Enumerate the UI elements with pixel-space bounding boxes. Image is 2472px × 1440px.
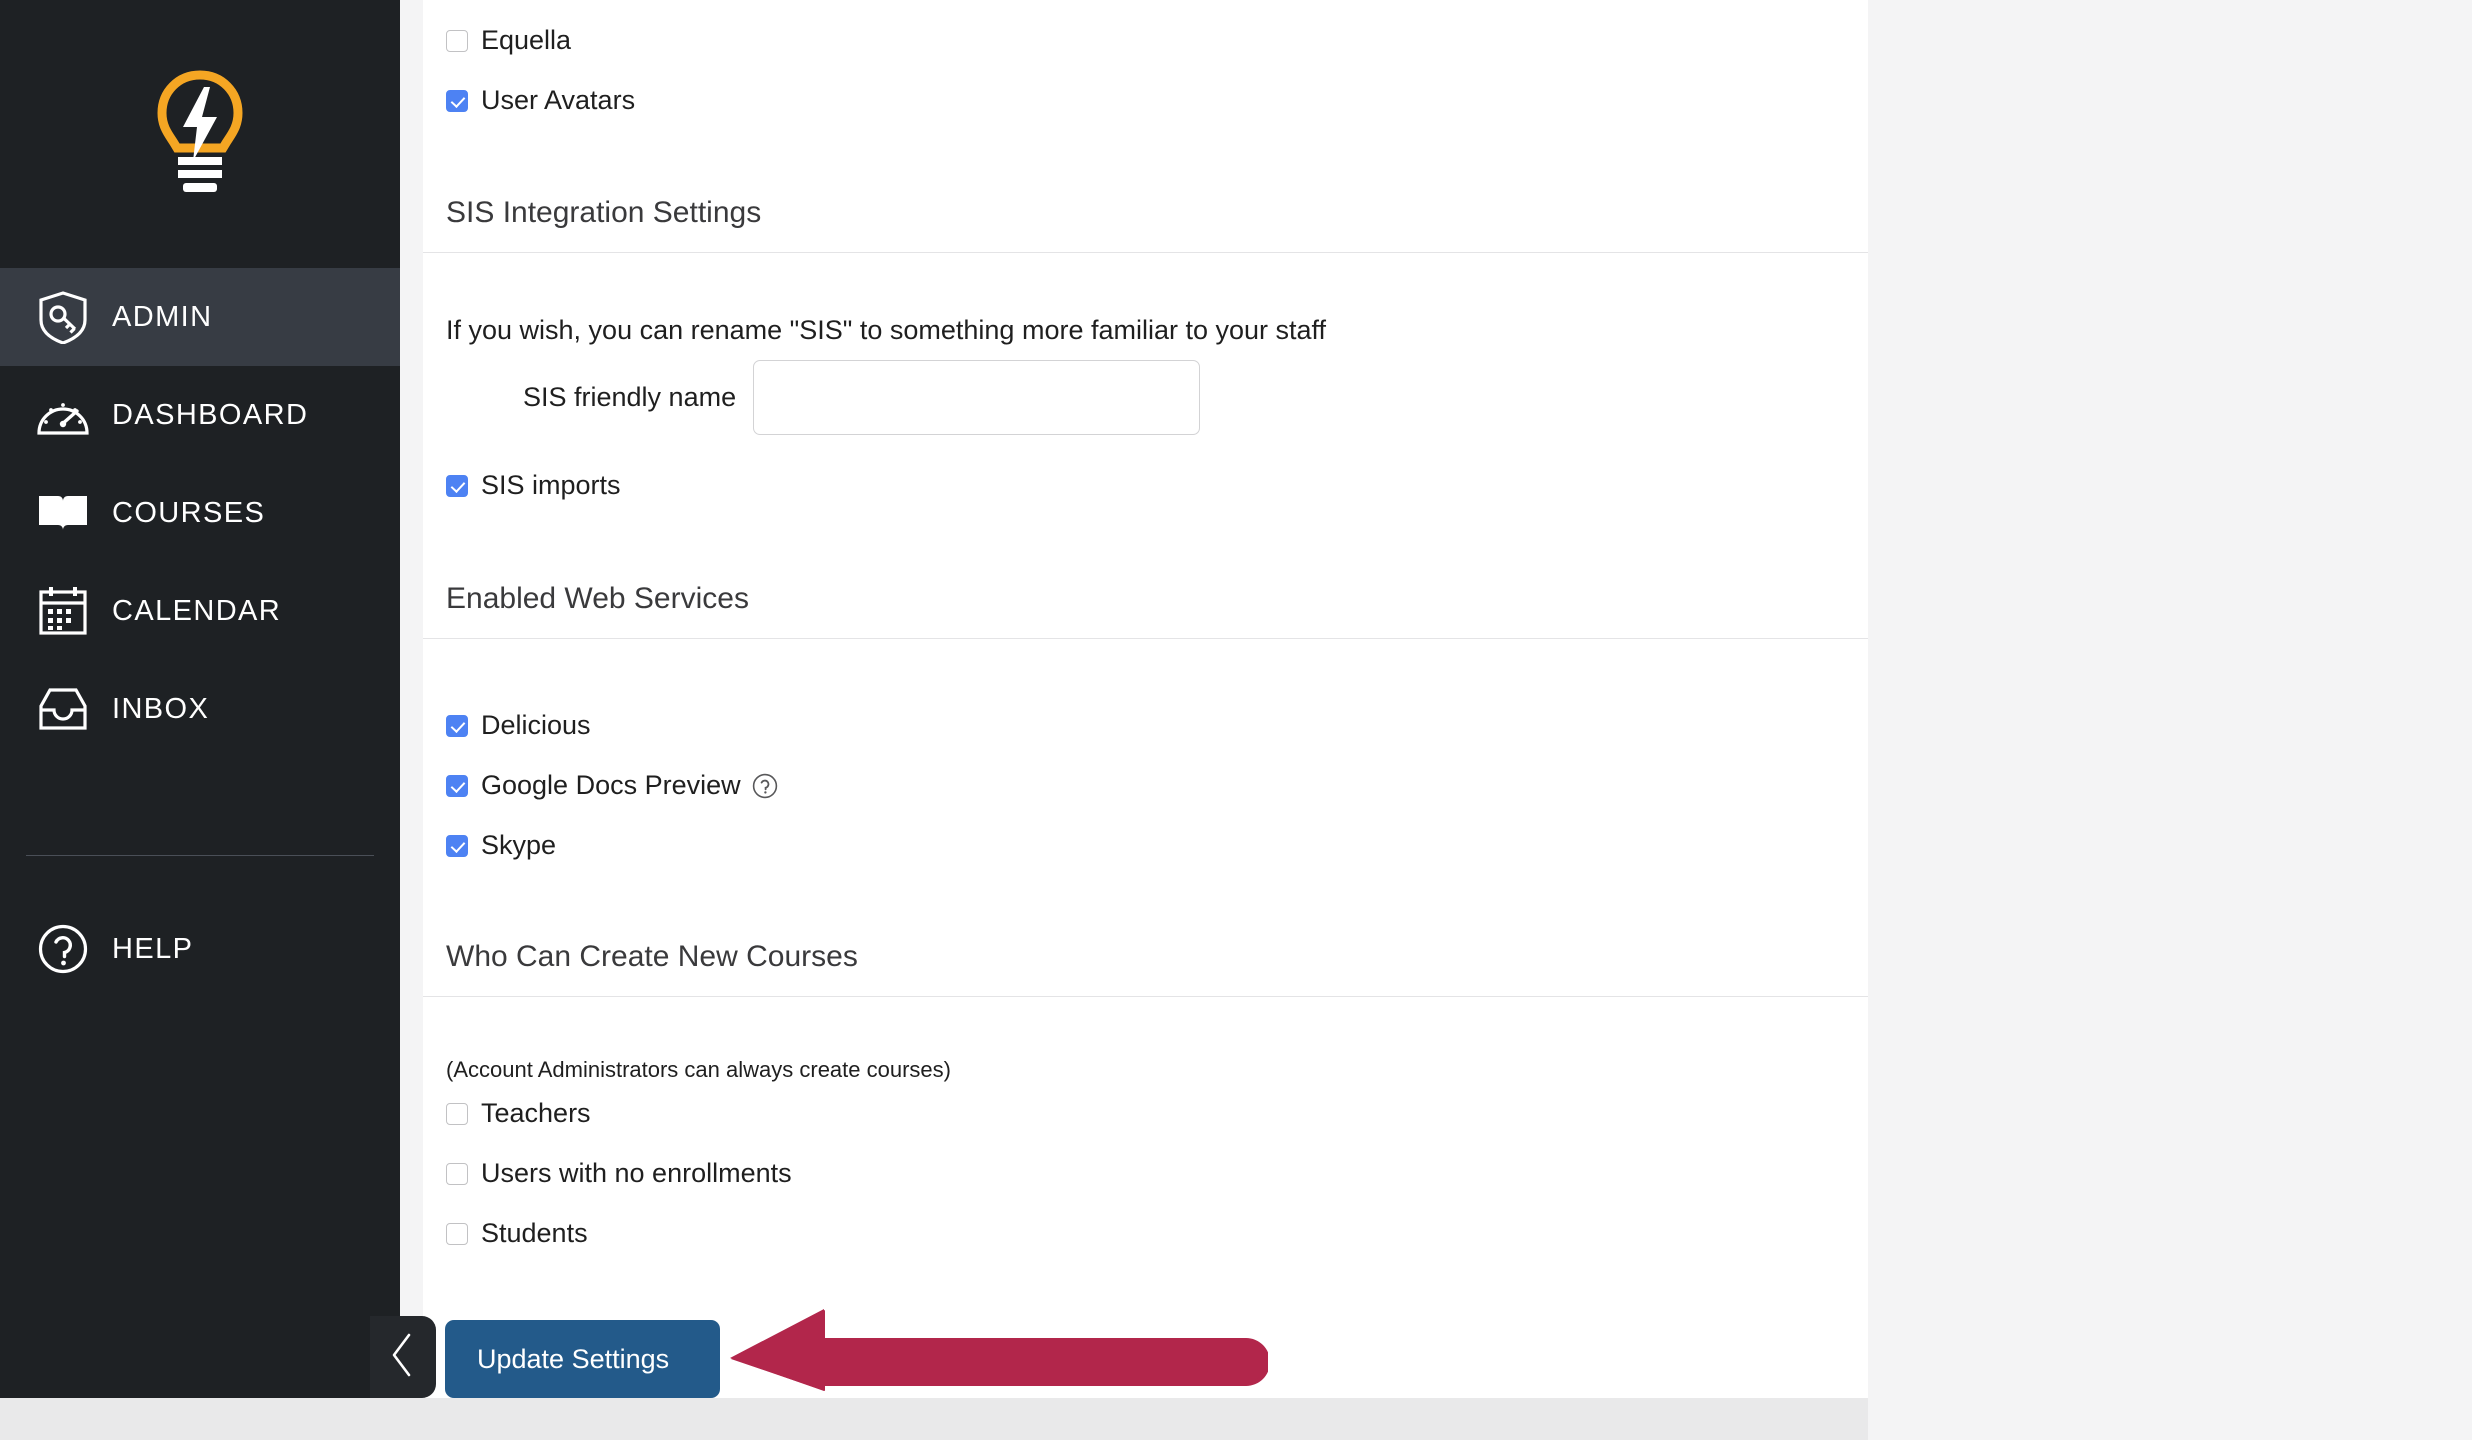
checkbox-label: Users with no enrollments	[481, 1158, 792, 1188]
sis-description: If you wish, you can rename "SIS" to som…	[446, 315, 1327, 345]
global-navigation-sidebar: ADMIN DASHBOARD COURSES CALENDAR INBOX H…	[0, 0, 400, 1440]
checkbox-label: Equella	[481, 25, 572, 55]
checkbox-google-docs-preview[interactable]	[446, 774, 468, 797]
checkbox-equella[interactable]	[446, 29, 468, 52]
page-root: ADMIN DASHBOARD COURSES CALENDAR INBOX H…	[0, 0, 2472, 1440]
calendar-icon	[34, 582, 92, 640]
checkbox-label: Teachers	[481, 1098, 591, 1128]
sis-friendly-name-label: SIS friendly name	[523, 382, 737, 412]
sis-friendly-name-field-row: SIS friendly name	[523, 360, 1201, 435]
section-sis-integration-settings: SIS Integration Settings	[423, 196, 1868, 253]
checkbox-row-equella[interactable]: Equella	[446, 27, 571, 54]
checkbox-skype[interactable]	[446, 834, 468, 857]
sidebar-divider	[26, 855, 374, 856]
section-heading: SIS Integration Settings	[446, 196, 762, 229]
checkbox-label: Delicious	[481, 710, 591, 740]
sidebar-item-dashboard[interactable]: DASHBOARD	[0, 366, 400, 464]
shield-key-icon	[34, 288, 92, 346]
checkbox-row-users-with-no-enrollments[interactable]: Users with no enrollments	[446, 1160, 792, 1187]
section-who-can-create-new-courses: Who Can Create New Courses	[423, 940, 1868, 997]
section-heading: Who Can Create New Courses	[446, 940, 858, 973]
section-divider	[423, 996, 1868, 997]
main-content-panel: Equella User Avatars SIS Integration Set…	[423, 0, 1868, 1398]
checkbox-sis-imports[interactable]	[446, 474, 468, 497]
sidebar-item-label: HELP	[112, 932, 194, 965]
checkbox-label: Skype	[481, 830, 557, 860]
checkbox-delicious[interactable]	[446, 714, 468, 737]
content-footer-strip	[423, 1398, 1868, 1440]
sidebar-item-admin[interactable]: ADMIN	[0, 268, 400, 366]
gauge-icon	[34, 386, 92, 444]
sidebar-content-gutter	[400, 0, 423, 1440]
checkbox-row-students[interactable]: Students	[446, 1220, 588, 1247]
help-question-icon[interactable]	[752, 773, 778, 799]
sidebar-item-label: DASHBOARD	[112, 398, 309, 431]
checkbox-label: User Avatars	[481, 85, 636, 115]
open-book-icon	[34, 484, 92, 542]
sidebar-item-label: COURSES	[112, 496, 266, 529]
checkbox-students[interactable]	[446, 1222, 468, 1245]
question-circle-icon	[34, 920, 92, 978]
sidebar-item-label: CALENDAR	[112, 594, 282, 627]
page-background-right	[1868, 0, 2472, 1440]
checkbox-row-delicious[interactable]: Delicious	[446, 712, 591, 739]
courses-note: (Account Administrators can always creat…	[446, 1057, 951, 1082]
collapse-sidebar-tab[interactable]	[370, 1316, 436, 1398]
update-settings-button[interactable]: Update Settings	[445, 1320, 720, 1398]
logo-area[interactable]	[0, 0, 400, 268]
checkbox-row-google-docs-preview[interactable]: Google Docs Preview	[446, 772, 778, 799]
inbox-tray-icon	[34, 680, 92, 738]
checkbox-row-sis-imports[interactable]: SIS imports	[446, 472, 621, 499]
checkbox-row-teachers[interactable]: Teachers	[446, 1100, 591, 1127]
section-enabled-web-services: Enabled Web Services	[423, 582, 1868, 639]
lightbulb-logo-icon	[157, 70, 243, 192]
sidebar-item-courses[interactable]: COURSES	[0, 464, 400, 562]
checkbox-teachers[interactable]	[446, 1102, 468, 1125]
checkbox-label: Google Docs Preview	[481, 770, 741, 800]
checkbox-label: Students	[481, 1218, 588, 1248]
sidebar-item-label: ADMIN	[112, 300, 213, 333]
section-divider	[423, 638, 1868, 639]
section-divider	[423, 252, 1868, 253]
sidebar-footer-strip	[0, 1398, 423, 1440]
sidebar-item-inbox[interactable]: INBOX	[0, 660, 400, 758]
checkbox-row-skype[interactable]: Skype	[446, 832, 556, 859]
checkbox-user-avatars[interactable]	[446, 89, 468, 112]
sidebar-item-label: INBOX	[112, 692, 210, 725]
sidebar-item-help[interactable]: HELP	[0, 900, 400, 998]
checkbox-users-with-no-enrollments[interactable]	[446, 1162, 468, 1185]
chevron-left-icon	[388, 1332, 418, 1383]
checkbox-row-user-avatars[interactable]: User Avatars	[446, 87, 635, 114]
sidebar-item-calendar[interactable]: CALENDAR	[0, 562, 400, 660]
section-heading: Enabled Web Services	[446, 582, 749, 615]
checkbox-label: SIS imports	[481, 470, 621, 500]
sis-friendly-name-input[interactable]	[753, 360, 1201, 435]
